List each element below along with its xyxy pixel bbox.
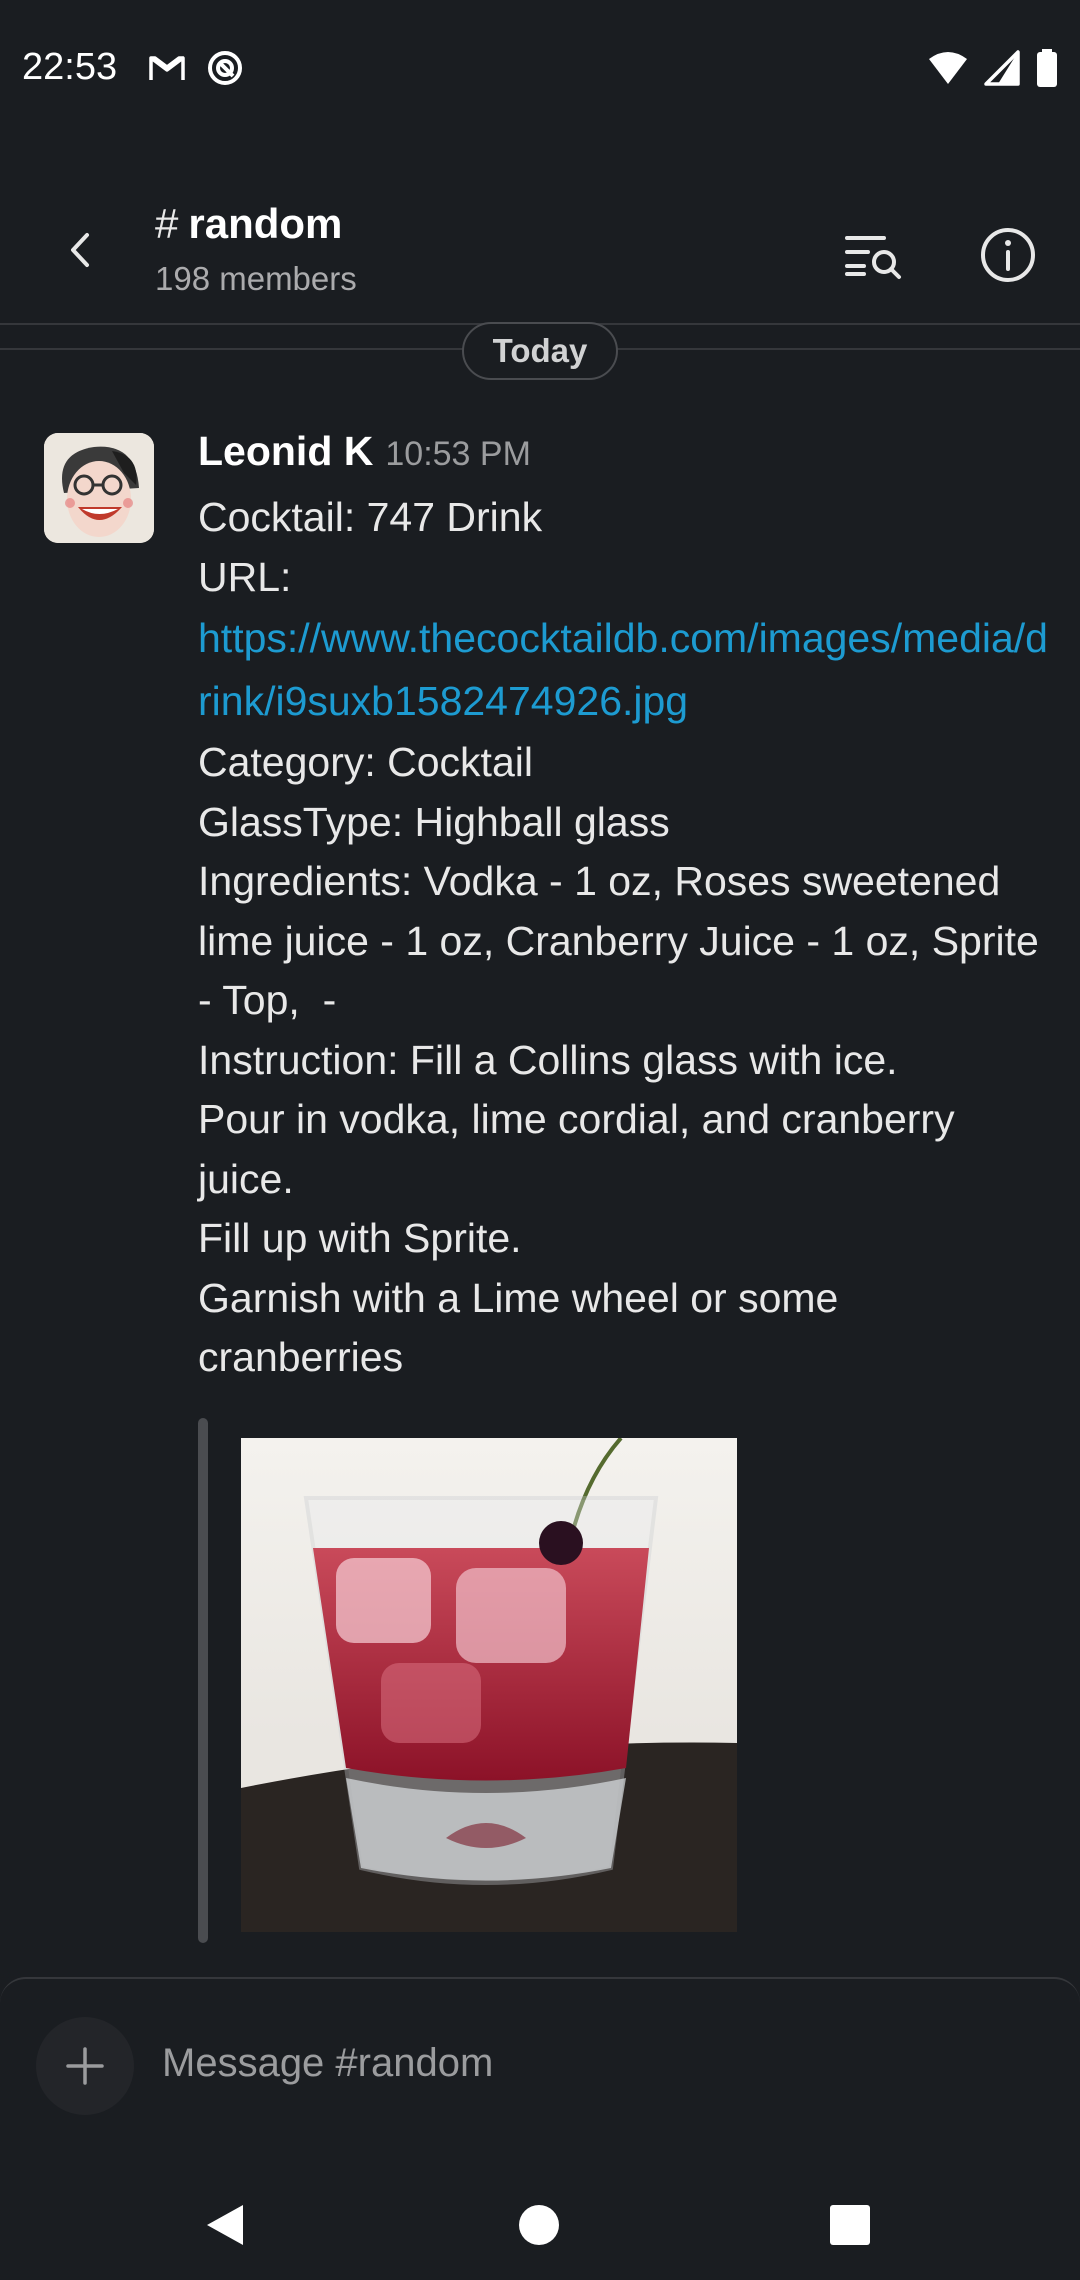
- channel-title[interactable]: # random: [155, 200, 342, 248]
- back-icon: [71, 233, 89, 267]
- channel-hash: #: [155, 200, 179, 247]
- status-bar: 22:53: [0, 0, 1080, 135]
- nav-back-icon: [207, 2205, 243, 2245]
- message-glass-line: GlassType: Highball glass: [198, 798, 670, 845]
- message-url-label: URL:: [198, 553, 292, 600]
- channel-header: # random 198 members: [0, 195, 1080, 325]
- status-right-icons: [928, 48, 1058, 87]
- date-divider-pill[interactable]: Today: [462, 322, 618, 380]
- info-icon: [981, 228, 1035, 282]
- message-author[interactable]: Leonid K: [198, 428, 373, 475]
- message-url-link[interactable]: https://www.thecocktaildb.com/images/med…: [198, 607, 1048, 733]
- message-instruction-line: Instruction: Fill a Collins glass with i…: [198, 1036, 955, 1381]
- sync-icon: [208, 50, 243, 85]
- message: Leonid K 10:53 PM Cocktail: 747 Drink UR…: [198, 428, 1048, 1388]
- message-timestamp: 10:53 PM: [385, 435, 531, 473]
- nav-recents-icon: [830, 2205, 870, 2245]
- message-composer: Message #random: [0, 1977, 1080, 2127]
- nav-home-button[interactable]: [504, 2190, 574, 2260]
- nav-home-icon: [519, 2205, 559, 2245]
- back-button[interactable]: [50, 220, 110, 280]
- channel-info-button[interactable]: [973, 220, 1043, 290]
- avatar-illustration: [44, 433, 154, 543]
- wifi-icon: [929, 51, 967, 84]
- search-in-channel-icon: [845, 236, 901, 279]
- message-ingredients-line: Ingredients: Vodka - 1 oz, Roses sweeten…: [198, 858, 1051, 1023]
- message-category-line: Category: Cocktail: [198, 739, 533, 785]
- system-nav-bar: [0, 2160, 1080, 2280]
- drink-image-photo: [241, 1438, 737, 1932]
- nav-back-button[interactable]: [190, 2190, 260, 2260]
- search-in-channel-button[interactable]: [840, 220, 910, 290]
- channel-member-count[interactable]: 198 members: [155, 260, 357, 298]
- message-header: Leonid K 10:53 PM: [198, 428, 1048, 488]
- signal-icon: [984, 49, 1020, 86]
- plus-icon: [66, 2047, 104, 2085]
- add-attachment-button[interactable]: [36, 2017, 134, 2115]
- channel-name: random: [188, 200, 343, 247]
- attachment-bar: [198, 1418, 208, 1943]
- message-cocktail-line: Cocktail: 747 Drink: [198, 494, 543, 540]
- drink-image[interactable]: [241, 1438, 737, 1932]
- message-input[interactable]: Message #random: [162, 2041, 493, 2086]
- battery-icon: [1037, 48, 1057, 87]
- nav-recents-button[interactable]: [815, 2190, 885, 2260]
- status-time: 22:53: [22, 46, 118, 88]
- gmail-icon: [149, 55, 185, 80]
- avatar[interactable]: [44, 433, 154, 543]
